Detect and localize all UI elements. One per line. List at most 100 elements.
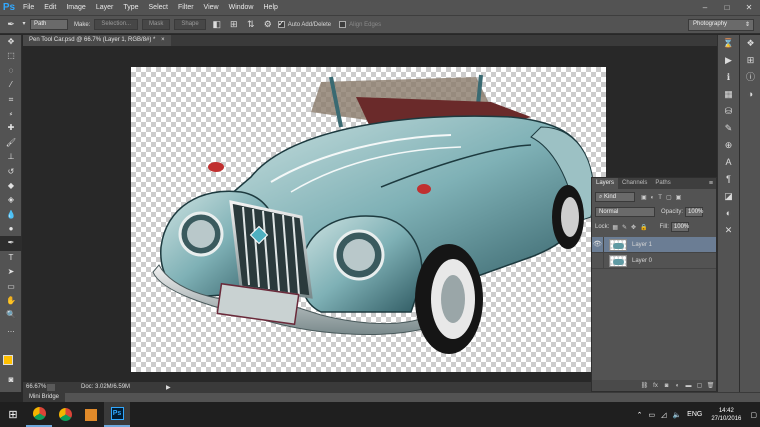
path-arrangement-icon[interactable]: ⇅ — [244, 18, 258, 31]
navigator-icon[interactable]: ⊞ — [740, 52, 760, 69]
fill-field[interactable]: 100% — [670, 222, 689, 232]
add-mask-icon[interactable]: ◙ — [661, 383, 672, 389]
new-layer-icon[interactable]: ▢ — [694, 382, 705, 389]
properties-icon[interactable]: ℹ — [718, 69, 739, 86]
path-operations-icon[interactable]: ◧ — [210, 18, 224, 31]
crop-tool-icon[interactable]: ⌗ — [0, 93, 22, 107]
layer-filter-select[interactable]: ⌕ Kind — [595, 192, 635, 202]
dodge-tool-icon[interactable]: ● — [0, 222, 22, 236]
opacity-field[interactable]: 100% — [685, 207, 703, 217]
actions-icon[interactable]: ▶ — [718, 52, 739, 69]
new-group-icon[interactable]: ▬ — [683, 383, 694, 389]
channels-icon[interactable]: ⛁ — [718, 103, 739, 120]
panel-menu-icon[interactable]: ≡ — [709, 178, 716, 189]
chevron-right-icon[interactable]: ▶ — [166, 384, 171, 391]
link-layers-icon[interactable]: ⛓ — [639, 382, 650, 389]
gear-icon[interactable]: ⚙ — [261, 18, 275, 31]
photoshop-icon[interactable]: Ps — [104, 402, 130, 427]
history-brush-tool-icon[interactable]: ↺ — [0, 165, 22, 179]
paragraph-icon[interactable]: ¶ — [718, 171, 739, 188]
maximize-button[interactable]: □ — [716, 0, 738, 15]
menu-image[interactable]: Image — [61, 0, 90, 15]
minimize-button[interactable]: – — [694, 0, 716, 15]
align-edges-checkbox[interactable]: Align Edges — [339, 21, 381, 28]
menu-filter[interactable]: Filter — [173, 0, 199, 15]
layer-style-icon[interactable]: fx — [650, 383, 661, 389]
menu-type[interactable]: Type — [118, 0, 143, 15]
chevron-up-icon[interactable]: ⌃ — [634, 411, 646, 419]
eraser-tool-icon[interactable]: ◆ — [0, 179, 22, 193]
media-player-icon[interactable] — [78, 402, 104, 427]
quick-selection-tool-icon[interactable]: ⁄ — [0, 78, 22, 92]
windows-start-icon[interactable]: ⊞ — [0, 402, 26, 427]
tab-layers[interactable]: Layers — [592, 178, 619, 189]
make-shape-button[interactable]: Shape — [174, 19, 206, 30]
info-icon[interactable]: ⓘ — [740, 69, 760, 86]
tool-mode-select[interactable]: Path — [30, 19, 68, 30]
move-tool-icon[interactable]: ✥ — [0, 35, 22, 49]
path-alignment-icon[interactable]: ⊞ — [227, 18, 241, 31]
eye-icon[interactable]: 👁 — [592, 236, 604, 253]
brush-presets-icon[interactable]: ✎ — [718, 120, 739, 137]
paint-bucket-tool-icon[interactable]: ◈ — [0, 193, 22, 207]
menu-layer[interactable]: Layer — [91, 0, 119, 15]
chrome-icon[interactable] — [26, 402, 52, 427]
eyedropper-tool-icon[interactable]: ⸗ — [0, 107, 22, 121]
close-icon[interactable]: × — [161, 37, 165, 43]
menu-view[interactable]: View — [199, 0, 224, 15]
healing-brush-tool-icon[interactable]: ✚ — [0, 121, 22, 135]
make-mask-button[interactable]: Mask — [142, 19, 171, 30]
workspace-select[interactable]: Photography ⇕ — [688, 19, 754, 31]
brush-tool-icon[interactable]: 🖌 — [0, 136, 22, 150]
character-icon[interactable]: A — [718, 154, 739, 171]
tab-paths[interactable]: Paths — [651, 178, 674, 189]
marquee-tool-icon[interactable]: ⬚ — [0, 49, 22, 63]
adjust-icon[interactable]: ◑ — [740, 86, 760, 103]
menu-edit[interactable]: Edit — [39, 0, 61, 15]
history-icon[interactable]: ⌛ — [718, 35, 739, 52]
filter-icons[interactable]: ▣◐T▢▣ — [641, 194, 685, 201]
foreground-color-swatch[interactable] — [3, 355, 13, 365]
notifications-icon[interactable]: ▢ — [747, 411, 760, 419]
close-button[interactable]: ✕ — [738, 0, 760, 15]
blur-tool-icon[interactable]: 💧 — [0, 208, 22, 222]
auto-add-delete-checkbox[interactable]: Auto Add/Delete — [277, 19, 331, 28]
checkbox-checked[interactable] — [277, 19, 285, 28]
styles-icon[interactable]: ✕ — [718, 222, 739, 239]
zoom-level[interactable]: 66.67% — [23, 384, 47, 390]
zoom-tool-icon[interactable]: 🔍 — [0, 308, 22, 322]
rectangle-tool-icon[interactable]: ▭ — [0, 280, 22, 294]
clock[interactable]: 14:42 27/10/2016 — [705, 407, 747, 423]
layer-row[interactable]: Layer 0 — [592, 252, 716, 269]
lock-icons[interactable]: ▦✎✥🔒 — [612, 224, 651, 231]
menu-window[interactable]: Window — [224, 0, 259, 15]
trash-icon[interactable]: 🗑 — [705, 382, 716, 389]
menu-file[interactable]: File — [18, 0, 39, 15]
type-tool-icon[interactable]: T — [0, 251, 22, 265]
pen-tool-icon[interactable]: ✒ — [0, 236, 22, 251]
document-tab[interactable]: Pen Tool Car.psd @ 66.7% (Layer 1, RGB/8… — [23, 35, 171, 46]
adjustments-icon[interactable]: ◐ — [718, 205, 739, 222]
checkbox-unchecked[interactable] — [339, 21, 347, 28]
volume-icon[interactable]: 🔈 — [669, 411, 684, 419]
clone-source-icon[interactable]: ⊕ — [718, 137, 739, 154]
tab-channels[interactable]: Channels — [618, 178, 651, 189]
chrome-icon[interactable] — [52, 402, 78, 427]
quick-mask-icon[interactable]: ◙ — [0, 373, 22, 387]
color-icon[interactable]: ❖ — [740, 35, 760, 52]
make-selection-button[interactable]: Selection... — [94, 19, 139, 30]
layer-name[interactable]: Layer 1 — [632, 242, 652, 248]
network-icon[interactable]: ◿ — [658, 411, 669, 419]
pen-tool-icon[interactable]: ✒ — [4, 18, 18, 31]
language-indicator[interactable]: ENG — [684, 411, 705, 418]
swatches-icon[interactable]: ▦ — [718, 86, 739, 103]
battery-icon[interactable]: ▭ — [645, 411, 658, 419]
eye-hidden-icon[interactable] — [592, 252, 604, 269]
menu-select[interactable]: Select — [144, 0, 173, 15]
layer-name[interactable]: Layer 0 — [632, 258, 652, 264]
blend-mode-select[interactable]: Normal — [595, 207, 655, 217]
clone-stamp-tool-icon[interactable]: ⊥ — [0, 150, 22, 164]
hand-tool-icon[interactable]: ✋ — [0, 294, 22, 308]
chevron-down-icon[interactable]: ▾ — [21, 18, 27, 31]
menu-help[interactable]: Help — [259, 0, 283, 15]
